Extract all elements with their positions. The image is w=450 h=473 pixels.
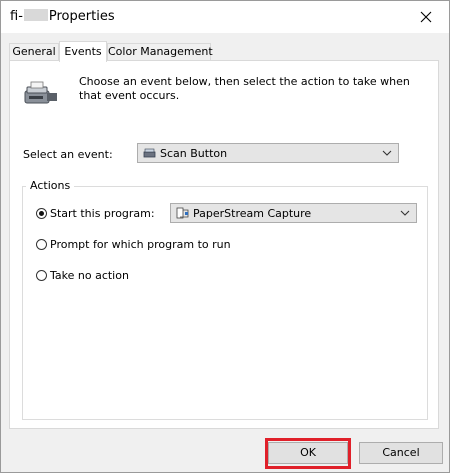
select-event-label: Select an event: [23,148,113,161]
paperstream-icon [176,207,189,219]
radio-take-no-action[interactable] [36,270,47,281]
take-no-action-label: Take no action [50,269,129,282]
events-panel: Choose an event below, then select the a… [9,60,439,429]
prompt-program-label: Prompt for which program to run [50,238,231,251]
properties-dialog: fi- Properties General Events Color Manag… [0,0,450,473]
event-dropdown[interactable]: Scan Button [137,143,399,163]
radio-start-program[interactable] [36,208,47,219]
ok-highlight-box [265,438,351,469]
event-selected-value: Scan Button [160,147,228,160]
program-selected-value: PaperStream Capture [193,207,312,220]
radio-prompt-program[interactable] [36,239,47,250]
actions-legend: Actions [26,179,75,192]
chevron-down-icon [400,210,410,216]
start-program-label: Start this program: [50,207,155,220]
tab-color-management[interactable]: Color Management [107,43,213,60]
scanner-small-icon [143,148,156,158]
cancel-button[interactable]: Cancel [359,442,443,464]
event-description: Choose an event below, then select the a… [79,75,410,102]
title-bar: fi- Properties [1,1,449,33]
chevron-down-icon [382,150,392,156]
scanner-icon [24,81,57,104]
tab-events[interactable]: Events [59,41,107,62]
close-button[interactable] [409,3,443,31]
tab-general[interactable]: General [9,43,59,60]
close-icon [420,11,432,23]
redacted-model [23,9,48,21]
window-title: fi- Properties [10,9,115,24]
program-dropdown[interactable]: PaperStream Capture [170,203,417,223]
